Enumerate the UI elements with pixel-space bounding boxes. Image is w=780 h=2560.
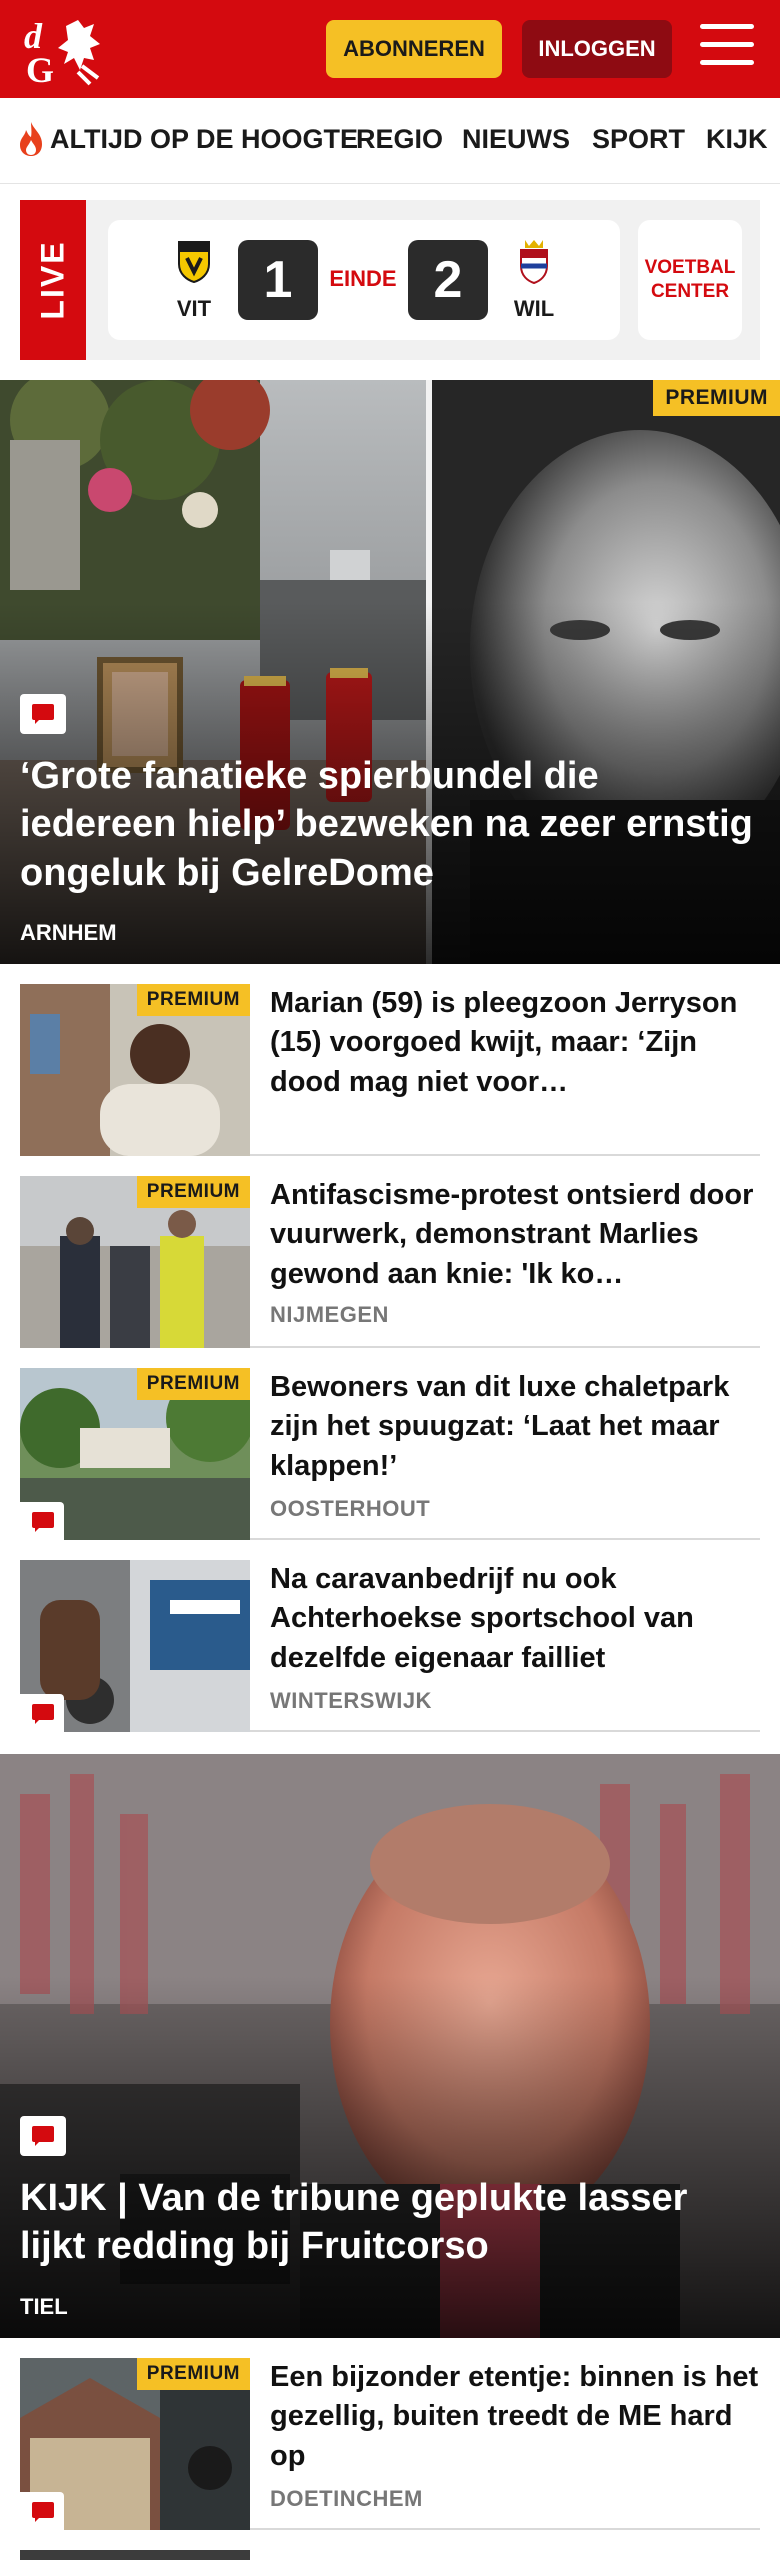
subscribe-button[interactable]: ABONNEREN [326,20,502,78]
svg-text:G: G [26,50,54,86]
comment-icon [20,2492,64,2530]
premium-badge: PREMIUM [136,1176,250,1208]
live-scoreboard: LIVE VIT 1 EINDE 2 WIL VOETBAL CENTER [20,200,760,360]
article-location: OOSTERHOUT [270,1496,431,1521]
nav-item-sport[interactable]: SPORT [592,124,685,155]
article-location: DOETINCHEM [270,2486,423,2511]
article-headline[interactable]: Bewoners van dit luxe chaletpark zijn he… [270,1368,760,1486]
live-tag: LIVE [20,200,86,360]
home-team: VIT [164,238,224,322]
list-item[interactable]: PREMIUM Een bijzonder etentje: binnen is… [20,2338,760,2530]
premium-badge: PREMIUM [136,984,250,1016]
home-score: 1 [238,240,318,320]
article-headline[interactable]: Na caravanbedrijf nu ook Achterhoekse sp… [270,1560,760,1678]
premium-badge: PREMIUM [136,1368,250,1400]
logo-dg-icon[interactable]: d G [20,14,120,86]
live-label: LIVE [34,240,71,320]
nav-item-altijd-op-de-hoogte[interactable]: ALTIJD OP DE HOOGTE [50,124,358,155]
article-headline[interactable]: Marian (59) is pleegzoon Jerryson (15) v… [270,984,760,1102]
hero-video-article[interactable]: KIJK | Van de tribune geplukte lasser li… [0,1754,780,2338]
hero-location: ARNHEM [20,920,117,945]
away-score: 2 [408,240,488,320]
list-item[interactable]: PREMIUM Antifascisme-protest ontsierd do… [20,1156,760,1348]
nav-item-regio[interactable]: REGIO [356,124,443,155]
nav-item-kijk[interactable]: KIJK [706,124,768,155]
hero-article[interactable]: PREMIUM ‘Grote fanatieke spierbundel die… [0,380,780,964]
article-location: WINTERSWIJK [270,1688,432,1713]
hero-headline[interactable]: KIJK | Van de tribune geplukte lasser li… [20,2174,760,2271]
premium-badge: PREMIUM [653,380,780,416]
hero-headline[interactable]: ‘Grote fanatieke spierbundel die iederee… [20,752,760,897]
home-team-name: VIT [176,296,212,321]
match-status: EINDE [329,266,397,291]
comment-icon [20,1694,64,1732]
comment-icon [20,1502,64,1540]
flame-icon [20,122,42,156]
vitesse-crest-icon [178,241,210,284]
article-thumbnail [20,1560,250,1732]
article-thumbnail: PREMIUM [20,1176,250,1348]
menu-icon[interactable] [700,24,754,72]
list-item[interactable]: Na caravanbedrijf nu ook Achterhoekse sp… [20,1540,760,1732]
voetbal-center-button[interactable]: VOETBAL CENTER [638,220,742,340]
article-thumbnail: PREMIUM [20,1368,250,1540]
comment-icon [20,2116,66,2156]
nav-item-nieuws[interactable]: NIEUWS [462,124,570,155]
section-nav: ALTIJD OP DE HOOGTE REGIO NIEUWS SPORT K… [0,98,780,184]
article-headline[interactable]: Een bijzonder etentje: binnen is het gez… [270,2358,760,2476]
list-item[interactable]: PREMIUM Bewoners van dit luxe chaletpark… [20,1348,760,1540]
next-article-thumbnail [20,2550,250,2560]
article-headline[interactable]: Antifascisme-protest ontsierd door vuurw… [270,1176,760,1294]
list-item[interactable]: PREMIUM Marian (59) is pleegzoon Jerryso… [20,964,760,1156]
willem-ii-crest-icon [520,240,548,285]
article-thumbnail: PREMIUM [20,2358,250,2530]
comment-icon [20,694,66,734]
premium-badge: PREMIUM [136,2358,250,2390]
login-button[interactable]: INLOGGEN [522,20,672,78]
hero-location: TIEL [20,2294,68,2319]
article-location: NIJMEGEN [270,1302,389,1327]
match-card[interactable]: VIT 1 EINDE 2 WIL [108,220,620,340]
away-team-name: WIL [513,296,555,321]
site-header: d G ABONNEREN INLOGGEN [0,0,780,98]
article-thumbnail: PREMIUM [20,984,250,1156]
away-team: WIL [504,238,564,322]
